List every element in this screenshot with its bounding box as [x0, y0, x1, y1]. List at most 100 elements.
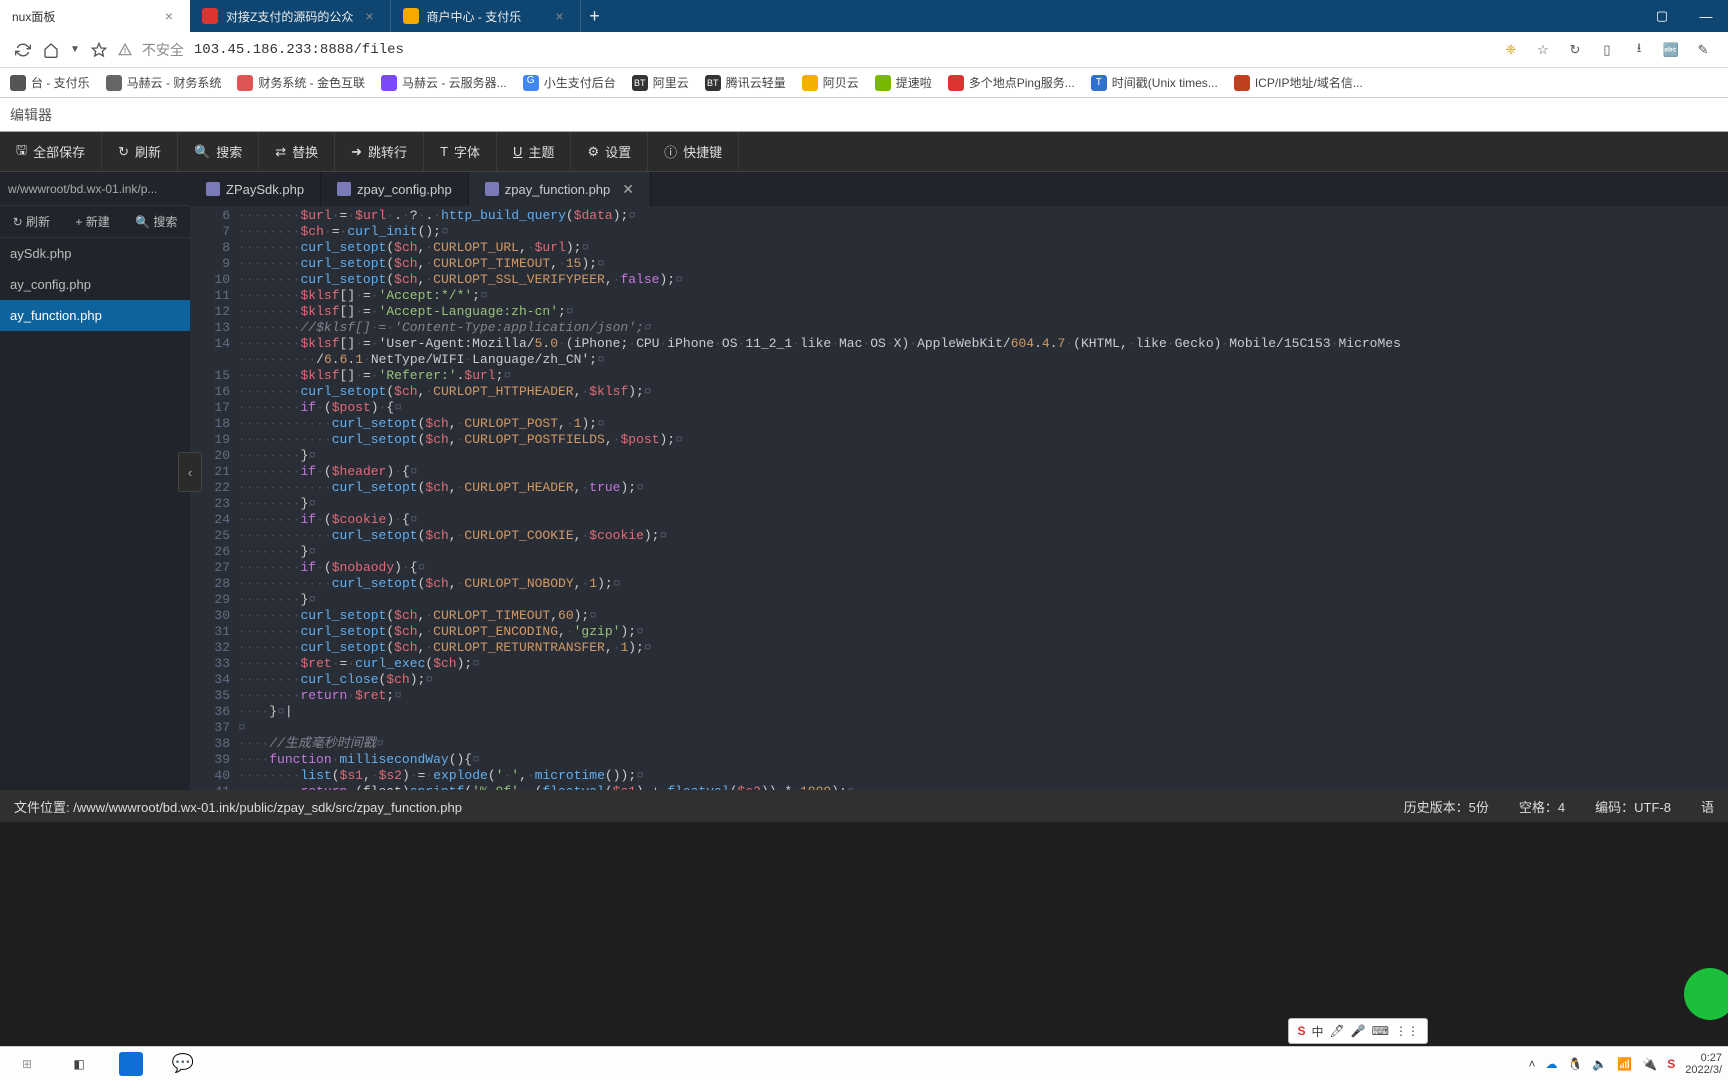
- editor-status-bar: 文件位置: /www/wwwroot/bd.wx-01.ink/public/z…: [0, 790, 1728, 822]
- search-button[interactable]: 🔍搜索: [178, 132, 259, 171]
- favicon-icon: [202, 8, 218, 24]
- task-wechat[interactable]: 💬: [162, 1050, 204, 1078]
- refresh-icon[interactable]: [14, 41, 32, 59]
- minimize-icon[interactable]: —: [1684, 0, 1728, 32]
- close-icon[interactable]: ✕: [622, 181, 634, 198]
- tray-wifi-icon[interactable]: 📶: [1617, 1057, 1632, 1071]
- bookmark-6[interactable]: BT腾讯云轻量: [705, 74, 786, 91]
- sogou-icon: S: [1297, 1024, 1305, 1038]
- file-path-label: 文件位置: /www/wwwroot/bd.wx-01.ink/public/z…: [14, 797, 462, 816]
- ext-tamper-icon[interactable]: ❈: [1500, 39, 1522, 61]
- file-tab-2[interactable]: zpay_function.php✕: [469, 172, 651, 206]
- bookmark-1[interactable]: 马赫云 - 财务系统: [106, 74, 222, 91]
- tray-up-icon[interactable]: ˄: [1528, 1057, 1535, 1071]
- favicon-icon: [403, 8, 419, 24]
- tree-path[interactable]: w/wwwroot/bd.wx-01.ink/p...: [0, 172, 190, 206]
- tree-item-2[interactable]: ay_function.php: [0, 300, 190, 331]
- bookmark-5[interactable]: BT阿里云: [632, 74, 689, 91]
- browser-tabstrip: nux面板 × 对接Z支付的源码的公众 × 商户中心 - 支付乐 × + ▢ —: [0, 0, 1728, 32]
- search-icon: 🔍: [194, 144, 210, 160]
- tray-sound-icon[interactable]: 🔈: [1592, 1057, 1607, 1071]
- download-icon[interactable]: ⭳: [1628, 39, 1650, 61]
- code-editor[interactable]: 6 7 8 9 10 11 12 13 14 15 16 17 18 19 20…: [190, 206, 1728, 790]
- php-icon: [337, 182, 351, 196]
- address-bar-row: ▼ 不安全 103.45.186.233:8888/files ❈ ☆ ↻ ▯ …: [0, 32, 1728, 68]
- taskbar: ⊞ ◧ 💬 ˄ ☁ 🐧 🔈 📶 🔌 S 0:272022/3/: [0, 1046, 1728, 1080]
- tray-batt-icon[interactable]: 🔌: [1642, 1057, 1657, 1071]
- bookmark-11[interactable]: ICP/IP地址/域名信...: [1234, 74, 1363, 91]
- collapse-tree-icon[interactable]: ‹: [178, 452, 202, 492]
- close-icon[interactable]: ×: [551, 8, 567, 24]
- translate-icon[interactable]: 🔤: [1660, 39, 1682, 61]
- refresh-button[interactable]: ↻刷新: [102, 132, 178, 171]
- bookmark-7[interactable]: 阿贝云: [802, 74, 859, 91]
- refresh-icon: ↻: [118, 144, 129, 160]
- bookmark-8[interactable]: 提速啦: [875, 74, 932, 91]
- file-tab-0[interactable]: ZPaySdk.php: [190, 172, 321, 206]
- close-icon[interactable]: ×: [161, 8, 177, 24]
- tree-refresh-button[interactable]: ↻ 刷新: [13, 213, 50, 230]
- taskview-button[interactable]: ◧: [58, 1050, 100, 1078]
- bookmark-star-icon[interactable]: ☆: [1532, 39, 1554, 61]
- help-fab[interactable]: [1684, 968, 1728, 1020]
- file-tab-bar: ZPaySdk.php zpay_config.php zpay_functio…: [190, 172, 1728, 206]
- tree-item-0[interactable]: aySdk.php: [0, 238, 190, 269]
- bookmarks-bar: 台 - 支付乐 马赫云 - 财务系统 财务系统 - 金色互联 马赫云 - 云服务…: [0, 68, 1728, 98]
- replace-button[interactable]: ⇄替换: [259, 132, 335, 171]
- bookmark-3[interactable]: 马赫云 - 云服务器...: [381, 74, 507, 91]
- tree-item-1[interactable]: ay_config.php: [0, 269, 190, 300]
- clock[interactable]: 0:272022/3/: [1685, 1052, 1722, 1076]
- panel-title: 编辑器: [0, 98, 1728, 132]
- file-tree: w/wwwroot/bd.wx-01.ink/p... ↻ 刷新 + 新建 🔍 …: [0, 172, 190, 790]
- browser-tab-2[interactable]: 商户中心 - 支付乐 ×: [391, 0, 581, 32]
- bookmark-2[interactable]: 财务系统 - 金色互联: [237, 74, 365, 91]
- file-tab-1[interactable]: zpay_config.php: [321, 172, 469, 206]
- url-input[interactable]: 不安全 103.45.186.233:8888/files: [118, 40, 1490, 60]
- task-browser[interactable]: [110, 1050, 152, 1078]
- indent-button[interactable]: 空格：4: [1519, 797, 1565, 816]
- encoding-button[interactable]: 编码：UTF-8: [1595, 797, 1671, 816]
- goto-icon: ➜: [351, 144, 362, 160]
- warning-icon: [118, 43, 132, 57]
- lang-cut: 语: [1701, 797, 1714, 816]
- replace-icon: ⇄: [275, 144, 286, 160]
- bookmark-4[interactable]: G小生支付后台: [523, 74, 616, 91]
- chevron-down-icon[interactable]: ▼: [70, 44, 80, 55]
- close-icon[interactable]: ×: [361, 8, 377, 24]
- theme-icon: U: [513, 144, 522, 159]
- tray-penguin-icon[interactable]: 🐧: [1567, 1057, 1582, 1071]
- php-icon: [485, 182, 499, 196]
- refresh-ext-icon[interactable]: ↻: [1564, 39, 1586, 61]
- hotkey-button[interactable]: ⓘ快捷键: [648, 132, 739, 171]
- bookmark-0[interactable]: 台 - 支付乐: [10, 74, 90, 91]
- font-icon: T: [440, 144, 448, 159]
- tree-new-button[interactable]: + 新建: [75, 213, 109, 230]
- history-button[interactable]: 历史版本：5份: [1404, 797, 1489, 816]
- bookmark-9[interactable]: 多个地点Ping服务...: [948, 74, 1075, 91]
- window-controls: ▢ —: [1640, 0, 1728, 32]
- theme-button[interactable]: U主题: [497, 132, 571, 171]
- tray-ime-icon[interactable]: S: [1667, 1057, 1675, 1071]
- sidebar-icon[interactable]: ▢: [1640, 0, 1684, 32]
- home-icon[interactable]: [42, 41, 60, 59]
- goto-button[interactable]: ➜跳转行: [335, 132, 424, 171]
- settings-button[interactable]: ⚙设置: [571, 132, 648, 171]
- ime-toolbar[interactable]: S 中🖊🎤⌨⋮⋮: [1288, 1018, 1428, 1044]
- saveall-button[interactable]: 🖫全部保存: [0, 132, 102, 171]
- start-button[interactable]: ⊞: [6, 1050, 48, 1078]
- reader-icon[interactable]: ▯: [1596, 39, 1618, 61]
- keyboard-icon: ⓘ: [664, 142, 677, 161]
- php-icon: [206, 182, 220, 196]
- gear-icon: ⚙: [587, 144, 599, 160]
- tree-search-button[interactable]: 🔍 搜索: [135, 213, 177, 230]
- eyedrop-icon[interactable]: ✎: [1692, 39, 1714, 61]
- star-icon[interactable]: [90, 41, 108, 59]
- bookmark-10[interactable]: T时间戳(Unix times...: [1091, 74, 1218, 91]
- font-button[interactable]: T字体: [424, 132, 497, 171]
- browser-tab-0[interactable]: nux面板 ×: [0, 0, 190, 32]
- browser-tab-1[interactable]: 对接Z支付的源码的公众 ×: [190, 0, 391, 32]
- new-tab-button[interactable]: +: [581, 0, 609, 32]
- tray-onedrive-icon[interactable]: ☁: [1545, 1057, 1557, 1071]
- code-content[interactable]: ········$url·=·$url·.·?·.·http_build_que…: [238, 206, 1728, 790]
- save-icon: 🖫: [16, 141, 27, 163]
